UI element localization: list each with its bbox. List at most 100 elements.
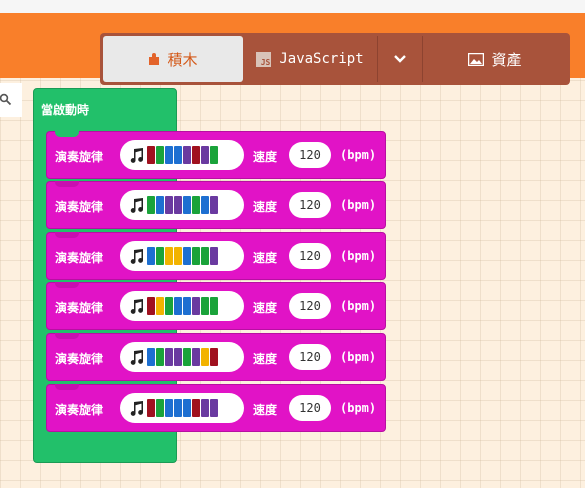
melody-note-cell (174, 146, 182, 164)
puzzle-icon (149, 53, 160, 65)
melody-editor-field[interactable] (120, 190, 244, 220)
melody-note-cell (183, 297, 191, 315)
melody-note-cell (156, 297, 164, 315)
on-start-label: 當啟動時 (41, 103, 90, 117)
melody-note-cell (147, 247, 155, 265)
tempo-input[interactable]: 120 (289, 293, 331, 319)
play-melody-block[interactable]: 演奏旋律 速度 120 (bpm) (46, 384, 386, 432)
melody-note-cell (165, 247, 173, 265)
melody-note-cell (174, 196, 182, 214)
melody-note-cell (147, 196, 155, 214)
melody-editor-field[interactable] (120, 342, 244, 372)
image-icon (468, 52, 485, 66)
toolbox-search[interactable] (0, 83, 22, 117)
play-melody-block[interactable]: 演奏旋律 速度 120 (bpm) (46, 131, 386, 179)
play-melody-label: 演奏旋律 (55, 200, 104, 214)
play-melody-label: 演奏旋律 (55, 301, 104, 315)
melody-note-cell (192, 348, 200, 366)
tempo-input[interactable]: 120 (289, 192, 331, 218)
melody-note-cell (156, 399, 164, 417)
melody-note-cell (210, 399, 218, 417)
music-note-icon (130, 350, 143, 365)
block-notch (55, 181, 79, 187)
tempo-label: 速度 (253, 352, 278, 366)
play-melody-block[interactable]: 演奏旋律 速度 120 (bpm) (46, 333, 386, 381)
melody-note-cell (201, 297, 209, 315)
melody-note-cell (147, 399, 155, 417)
bpm-unit-label: (bpm) (340, 198, 377, 212)
editor-mode-toggle: 積木 JS JavaScript 資產 (100, 33, 570, 85)
melody-note-cell (192, 196, 200, 214)
javascript-tab[interactable]: JS JavaScript (243, 36, 377, 82)
tempo-input[interactable]: 120 (289, 344, 331, 370)
melody-editor-field[interactable] (120, 291, 244, 321)
play-melody-label: 演奏旋律 (55, 352, 104, 366)
editor-header: 積木 JS JavaScript 資產 (0, 0, 585, 85)
melody-note-cell (147, 348, 155, 366)
music-note-icon (130, 198, 143, 213)
melody-note-cell (156, 196, 164, 214)
bpm-unit-label: (bpm) (340, 299, 377, 313)
melody-note-cell (183, 196, 191, 214)
blocks-tab[interactable]: 積木 (103, 36, 243, 82)
bpm-unit-label: (bpm) (340, 249, 377, 263)
melody-editor-field[interactable] (120, 140, 244, 170)
melody-note-cell (210, 297, 218, 315)
tempo-input[interactable]: 120 (289, 243, 331, 269)
melody-note-cell (156, 247, 164, 265)
tempo-input[interactable]: 120 (289, 142, 331, 168)
music-note-icon (130, 249, 143, 264)
assets-tab[interactable]: 資產 (423, 36, 567, 82)
melody-note-cell (192, 297, 200, 315)
melody-note-cell (165, 399, 173, 417)
block-notch (55, 333, 79, 339)
blocks-tab-label: 積木 (167, 50, 198, 69)
music-note-icon (130, 299, 143, 314)
melody-note-cell (210, 348, 218, 366)
melody-note-cell (174, 399, 182, 417)
javascript-tab-label: JavaScript (279, 51, 364, 67)
melody-note-cell (183, 348, 191, 366)
block-notch (55, 282, 79, 288)
melody-note-cell (192, 247, 200, 265)
play-melody-label: 演奏旋律 (55, 403, 104, 417)
melody-note-cell (201, 247, 209, 265)
melody-note-cell (165, 297, 173, 315)
tempo-input[interactable]: 120 (289, 395, 331, 421)
melody-note-cell (165, 146, 173, 164)
melody-note-cell (210, 247, 218, 265)
bpm-unit-label: (bpm) (340, 148, 377, 162)
assets-tab-label: 資產 (491, 50, 522, 69)
melody-note-cell (201, 146, 209, 164)
play-melody-block[interactable]: 演奏旋律 速度 120 (bpm) (46, 232, 386, 280)
melody-note-cell (165, 348, 173, 366)
melody-note-cell (210, 146, 218, 164)
melody-note-cell (174, 348, 182, 366)
melody-note-cell (183, 399, 191, 417)
melody-note-cell (192, 399, 200, 417)
javascript-icon: JS (256, 51, 272, 67)
melody-note-cell (201, 348, 209, 366)
melody-editor-field[interactable] (120, 393, 244, 423)
melody-note-cell (165, 196, 173, 214)
tempo-label: 速度 (253, 150, 278, 164)
block-notch (55, 131, 79, 137)
chevron-down-icon (394, 55, 406, 63)
play-melody-block[interactable]: 演奏旋律 速度 120 (bpm) (46, 181, 386, 229)
play-melody-label: 演奏旋律 (55, 251, 104, 265)
search-icon (0, 93, 12, 106)
melody-note-cell (201, 196, 209, 214)
block-notch (55, 384, 79, 390)
bpm-unit-label: (bpm) (340, 401, 377, 415)
melody-note-cell (210, 196, 218, 214)
melody-note-cell (192, 146, 200, 164)
melody-note-cell (201, 399, 209, 417)
tempo-label: 速度 (253, 251, 278, 265)
tempo-label: 速度 (253, 403, 278, 417)
play-melody-block[interactable]: 演奏旋律 速度 120 (bpm) (46, 282, 386, 330)
music-note-icon (130, 401, 143, 416)
melody-editor-field[interactable] (120, 241, 244, 271)
language-dropdown-button[interactable] (377, 36, 423, 82)
melody-note-cell (156, 146, 164, 164)
melody-note-cell (147, 146, 155, 164)
